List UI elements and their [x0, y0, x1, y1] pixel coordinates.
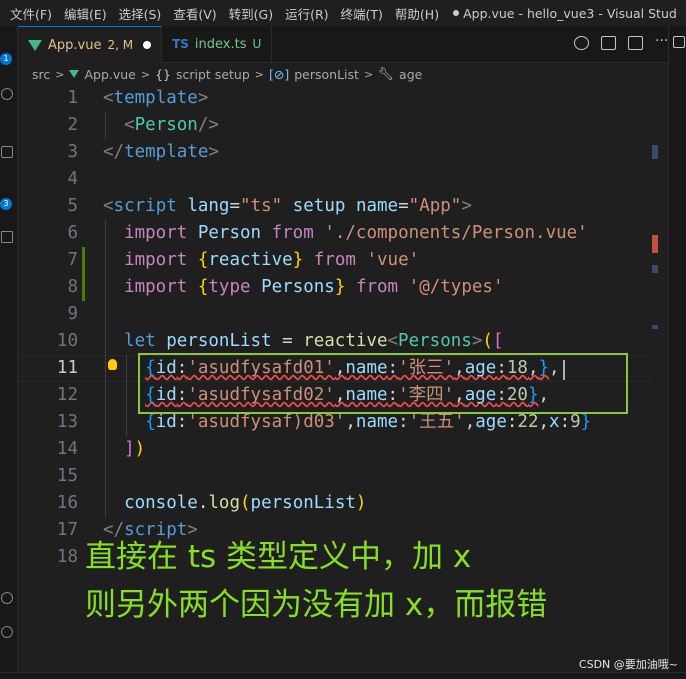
menu-bar: 文件(F) 编辑(E) 选择(S) 查看(V) 转到(G) 运行(R) 终端(T… [0, 0, 686, 26]
tab-status: U [252, 37, 262, 51]
braces-icon: {} [155, 66, 171, 82]
code-line: 8 import {type Persons} from '@/types' [67, 277, 504, 297]
explorer-badge: 1 [0, 53, 12, 65]
watermark: CSDN @要加油哦~ [578, 658, 678, 671]
chevron-right-icon: > [254, 67, 264, 81]
source-control-icon[interactable] [1, 146, 13, 158]
breadcrumb: src > App.vue > {} script setup > [⊘] pe… [18, 63, 668, 85]
code-line: 14 ]) [56, 439, 146, 459]
chevron-right-icon: > [140, 67, 151, 81]
code-line: 4 [67, 169, 78, 189]
annotation-highlight-box [138, 353, 628, 414]
vue-file-icon [69, 70, 80, 78]
source-control-badge: 3 [0, 198, 12, 210]
timeline-icon[interactable] [574, 36, 589, 50]
window-title-text: App.vue - hello_vue3 - Visual Stud [463, 5, 677, 21]
extensions-icon[interactable] [1, 231, 13, 243]
menu-selection[interactable]: 选择(S) [113, 4, 168, 23]
menu-view[interactable]: 查看(V) [167, 4, 222, 23]
breadcrumb-personlist[interactable]: personList [294, 67, 359, 82]
settings-gear-icon[interactable] [1, 626, 13, 638]
breadcrumb-age[interactable]: age [399, 67, 422, 82]
menu-terminal[interactable]: 终端(T) [335, 4, 389, 23]
scroll-marker [652, 325, 658, 329]
annotation-text-line-1: 直接在 ts 类型定义中，加 x [85, 539, 472, 575]
code-line: 9 [67, 304, 78, 324]
editor-tabs: App.vue 2, M TS index.ts U [18, 26, 668, 63]
property-wrench-icon: 🔧︎ [378, 66, 395, 81]
scroll-marker [652, 145, 658, 159]
breadcrumb-src[interactable]: src [32, 67, 50, 82]
editor-actions: ··· [574, 34, 668, 50]
ts-file-icon: TS [172, 37, 189, 51]
code-editor[interactable]: 1 <template> 2 <Person/> 3 </template> 4 5… [18, 85, 658, 672]
code-line: 7 import {reactive} from 'vue' [67, 250, 420, 270]
activity-bar: 1 3 [0, 26, 18, 672]
code-line: 6 import Person from './components/Perso… [67, 223, 588, 243]
secondary-sidebar [668, 26, 686, 672]
compare-icon[interactable] [601, 36, 616, 50]
tab-label: index.ts [194, 36, 247, 52]
lightbulb-icon[interactable] [108, 359, 117, 370]
code-line: 10 let personList = reactive<Persons>([ [56, 331, 504, 351]
tab-index-ts[interactable]: TS index.ts U [162, 26, 273, 62]
breadcrumb-file[interactable]: App.vue [84, 67, 135, 82]
code-line: 16 console.log(personList) [56, 493, 367, 513]
menu-edit[interactable]: 编辑(E) [58, 4, 113, 23]
code-line: 1 <template> [67, 88, 209, 108]
code-line: 15 [56, 466, 78, 486]
tab-label: App.vue [48, 37, 102, 53]
tab-status: 2, M [107, 38, 134, 52]
variable-icon: [⊘] [269, 66, 290, 82]
account-icon[interactable] [1, 592, 13, 604]
search-icon[interactable] [1, 88, 13, 100]
menu-help[interactable]: 帮助(H) [389, 4, 445, 23]
code-line: 3 </template> [67, 142, 219, 162]
chevron-right-icon: > [55, 67, 65, 81]
code-line: 2 <Person/> [67, 115, 219, 135]
editor-scrollbar[interactable] [652, 85, 666, 672]
unsaved-dot-icon[interactable] [143, 41, 152, 49]
panel-toggle-icon[interactable] [673, 36, 685, 48]
annotation-text-line-2: 则另外两个因为没有加 x，而报错 [85, 587, 548, 623]
breadcrumb-script-setup[interactable]: script setup [176, 67, 250, 82]
code-line: 5 <script lang="ts" setup name="App"> [67, 196, 472, 216]
vue-file-icon [28, 39, 42, 51]
menu-file[interactable]: 文件(F) [0, 4, 58, 23]
menu-go[interactable]: 转到(G) [223, 4, 279, 23]
unsaved-dot-icon [453, 10, 460, 16]
scroll-marker [652, 265, 658, 273]
more-actions-icon[interactable]: ··· [655, 34, 668, 48]
chevron-right-icon: > [363, 67, 374, 81]
window-title: App.vue - hello_vue3 - Visual Stud [453, 6, 677, 21]
split-editor-icon[interactable] [628, 36, 643, 50]
error-marker [652, 235, 658, 253]
menu-run[interactable]: 运行(R) [279, 4, 334, 23]
tab-app-vue[interactable]: App.vue 2, M [18, 26, 163, 63]
